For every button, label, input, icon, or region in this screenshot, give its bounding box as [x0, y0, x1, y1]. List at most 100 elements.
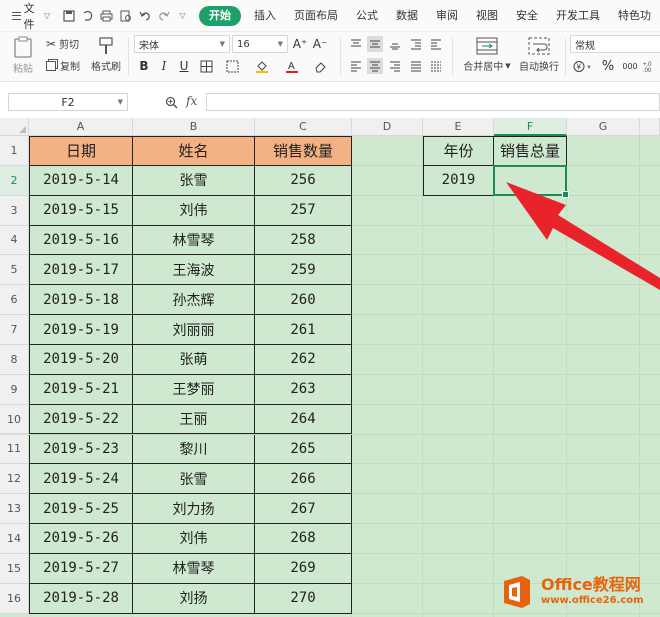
- merge-center-button[interactable]: 合并居中 ▼: [460, 36, 514, 73]
- spreadsheet-grid[interactable]: A B C D E F G 1 2 3 4 5 6 7 8 9 10 11 12 13 14 15 16 日期 姓名 销售数量 20…: [0, 118, 660, 617]
- row-header-7[interactable]: 7: [0, 315, 29, 345]
- row-header-9[interactable]: 9: [0, 374, 29, 405]
- shrink-font-button[interactable]: A⁻: [312, 36, 328, 52]
- wrap-text-button[interactable]: 自动换行: [516, 36, 562, 73]
- data-cell-date[interactable]: 2019-5-27: [29, 553, 133, 584]
- print-icon[interactable]: [100, 9, 113, 22]
- font-color-icon[interactable]: A: [284, 58, 300, 74]
- data-cell-qty[interactable]: 262: [255, 344, 352, 375]
- data-cell-name[interactable]: 张雪: [133, 464, 255, 495]
- row-header-5[interactable]: 5: [0, 255, 29, 286]
- data-cell-date[interactable]: 2019-5-21: [29, 374, 133, 405]
- row-header-2[interactable]: 2: [0, 165, 29, 196]
- active-cell-selection[interactable]: [493, 164, 569, 198]
- data-cell-date[interactable]: 2019-5-15: [29, 195, 133, 226]
- underline-button[interactable]: U: [176, 58, 192, 74]
- data-cell-date[interactable]: 2019-5-22: [29, 404, 133, 435]
- redo-icon[interactable]: [157, 9, 170, 22]
- align-middle-icon[interactable]: [367, 36, 383, 52]
- data-cell-qty[interactable]: 264: [255, 404, 352, 435]
- data-cell-name[interactable]: 刘伟: [133, 524, 255, 554]
- tab-developer[interactable]: 开发工具: [547, 6, 609, 26]
- grow-font-button[interactable]: A⁺: [292, 36, 308, 52]
- format-painter-button[interactable]: 格式刷: [90, 36, 122, 73]
- indent-increase-icon[interactable]: [428, 36, 444, 52]
- data-cell-qty[interactable]: 257: [255, 195, 352, 226]
- italic-button[interactable]: I: [156, 58, 172, 74]
- row-header-13[interactable]: 13: [0, 494, 29, 525]
- data-cell-qty[interactable]: 265: [255, 434, 352, 465]
- tab-page-layout[interactable]: 页面布局: [285, 6, 347, 26]
- column-header-c[interactable]: C: [255, 118, 352, 136]
- data-cell-qty[interactable]: 258: [255, 225, 352, 256]
- data-cell-date[interactable]: 2019-5-23: [29, 434, 133, 465]
- data-cell-qty[interactable]: 268: [255, 524, 352, 554]
- align-bottom-icon[interactable]: [387, 36, 403, 52]
- header-cell-qty[interactable]: 销售数量: [255, 136, 352, 166]
- indent-decrease-icon[interactable]: [408, 36, 424, 52]
- zoom-icon[interactable]: [163, 94, 179, 110]
- justify-icon[interactable]: [408, 58, 424, 74]
- select-all-corner[interactable]: [0, 118, 29, 136]
- year-label-cell[interactable]: 年份: [423, 136, 494, 166]
- cell-style-icon[interactable]: [224, 58, 240, 74]
- column-header-a[interactable]: A: [29, 118, 133, 136]
- data-cell-name[interactable]: 王海波: [133, 255, 255, 286]
- undo-icon[interactable]: [138, 9, 151, 22]
- history-icon[interactable]: [81, 9, 94, 22]
- distribute-icon[interactable]: [428, 58, 444, 74]
- decimal-icon[interactable]: +.0.00: [642, 58, 660, 74]
- tab-security[interactable]: 安全: [507, 6, 547, 26]
- data-cell-name[interactable]: 张雪: [133, 165, 255, 196]
- insert-function-button[interactable]: fx: [186, 94, 197, 108]
- align-center-icon[interactable]: [367, 58, 383, 74]
- data-cell-qty[interactable]: 260: [255, 285, 352, 316]
- formula-input[interactable]: [206, 93, 660, 111]
- data-cell-date[interactable]: 2019-5-26: [29, 524, 133, 554]
- row-header-10[interactable]: 10: [0, 404, 29, 435]
- row-header-4[interactable]: 4: [0, 225, 29, 256]
- data-cell-name[interactable]: 刘伟: [133, 195, 255, 226]
- row-header-6[interactable]: 6: [0, 285, 29, 316]
- data-cell-qty[interactable]: 261: [255, 315, 352, 345]
- data-cell-qty[interactable]: 267: [255, 494, 352, 525]
- data-cell-name[interactable]: 刘扬: [133, 583, 255, 614]
- tab-special[interactable]: 特色功: [609, 6, 660, 26]
- data-cell-date[interactable]: 2019-5-19: [29, 315, 133, 345]
- data-cell-qty[interactable]: 263: [255, 374, 352, 405]
- data-cell-date[interactable]: 2019-5-17: [29, 255, 133, 286]
- copy-button[interactable]: 复制: [46, 58, 80, 73]
- row-header-12[interactable]: 12: [0, 464, 29, 495]
- row-header-1[interactable]: 1: [0, 136, 29, 166]
- column-header-f[interactable]: F: [494, 118, 567, 136]
- data-cell-name[interactable]: 林雪琴: [133, 225, 255, 256]
- column-header-d[interactable]: D: [352, 118, 423, 136]
- data-cell-date[interactable]: 2019-5-16: [29, 225, 133, 256]
- fill-color-icon[interactable]: [254, 58, 270, 74]
- data-cell-name[interactable]: 张萌: [133, 344, 255, 375]
- font-size-select[interactable]: 16 ▼: [232, 35, 288, 53]
- header-cell-name[interactable]: 姓名: [133, 136, 255, 166]
- name-box[interactable]: F2 ▼: [8, 93, 128, 111]
- percent-button[interactable]: %: [600, 58, 616, 74]
- bold-button[interactable]: B: [136, 58, 152, 74]
- row-header-11[interactable]: 11: [0, 434, 29, 465]
- data-cell-qty[interactable]: 256: [255, 165, 352, 196]
- column-header-e[interactable]: E: [423, 118, 494, 136]
- row-header-3[interactable]: 3: [0, 195, 29, 226]
- borders-icon[interactable]: [198, 58, 214, 74]
- tab-data[interactable]: 数据: [387, 6, 427, 26]
- row-header-8[interactable]: 8: [0, 344, 29, 375]
- currency-icon[interactable]: ¥ ▼: [572, 58, 594, 74]
- data-cell-date[interactable]: 2019-5-25: [29, 494, 133, 525]
- data-cell-name[interactable]: 王梦丽: [133, 374, 255, 405]
- data-cell-date[interactable]: 2019-5-28: [29, 583, 133, 614]
- data-cell-name[interactable]: 王丽: [133, 404, 255, 435]
- tab-insert[interactable]: 插入: [245, 6, 285, 26]
- data-cell-qty[interactable]: 269: [255, 553, 352, 584]
- data-cell-qty[interactable]: 266: [255, 464, 352, 495]
- data-cell-name[interactable]: 黎川: [133, 434, 255, 465]
- row-header-14[interactable]: 14: [0, 524, 29, 554]
- year-value-cell[interactable]: 2019: [423, 165, 494, 196]
- align-left-icon[interactable]: [348, 58, 364, 74]
